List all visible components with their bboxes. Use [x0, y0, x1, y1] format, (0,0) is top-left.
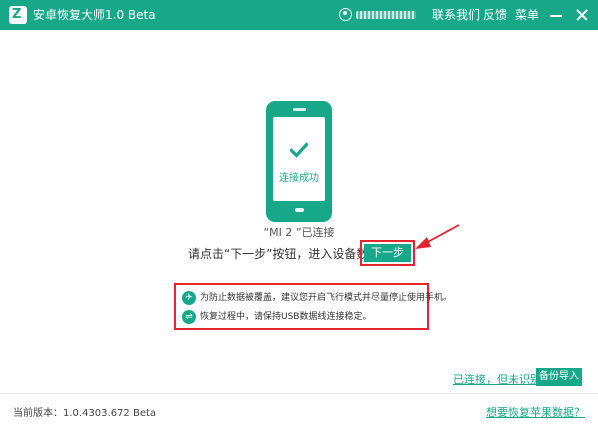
- footer-divider: [0, 393, 598, 394]
- app-logo-icon: Z: [9, 6, 27, 24]
- close-icon[interactable]: [574, 7, 590, 23]
- apple-recovery-link[interactable]: 想要恢复苹果数据？: [486, 404, 585, 420]
- usb-icon: ⇌: [182, 310, 196, 324]
- airplane-icon: ✈: [182, 291, 196, 305]
- user-icon[interactable]: [339, 8, 352, 21]
- phone-screen: 连接成功: [273, 117, 325, 201]
- tip-text: 恢复过程中，请保持USB数据线连接稳定。: [200, 312, 372, 322]
- device-connected-label: “MI 2 ”已连接: [263, 226, 335, 239]
- tip-text: 为防止数据被覆盖，建议您开启飞行模式并尽量停止使用手机。: [200, 293, 453, 303]
- red-arrow-icon: [415, 224, 460, 249]
- next-button[interactable]: 下一步: [364, 244, 411, 262]
- menu-contact-us[interactable]: 联系我们: [432, 0, 480, 30]
- minimize-icon[interactable]: [548, 7, 564, 23]
- tips-box: ✈ 为防止数据被覆盖，建议您开启飞行模式并尽量停止使用手机。 ⇌ 恢复过程中，请…: [174, 283, 452, 330]
- phone-home-button: [295, 208, 304, 212]
- phone-illustration: 连接成功: [266, 101, 332, 222]
- backup-import-button[interactable]: 备份导入: [536, 368, 582, 386]
- version-label: 当前版本：1.0.4303.672 Beta: [13, 408, 157, 419]
- connection-status-text: 连接成功: [279, 173, 319, 184]
- check-icon: [290, 142, 308, 158]
- menu-feedback[interactable]: 反馈: [483, 0, 507, 30]
- next-button-highlight: 下一步: [360, 240, 415, 266]
- menu-menu[interactable]: 菜单: [515, 0, 539, 30]
- title-bar: Z 安卓恢复大师1.0 Beta 联系我们 反馈 菜单: [0, 0, 598, 30]
- user-name-redacted: [356, 11, 416, 19]
- phone-speaker: [293, 108, 306, 111]
- app-title: 安卓恢复大师1.0 Beta: [33, 8, 156, 22]
